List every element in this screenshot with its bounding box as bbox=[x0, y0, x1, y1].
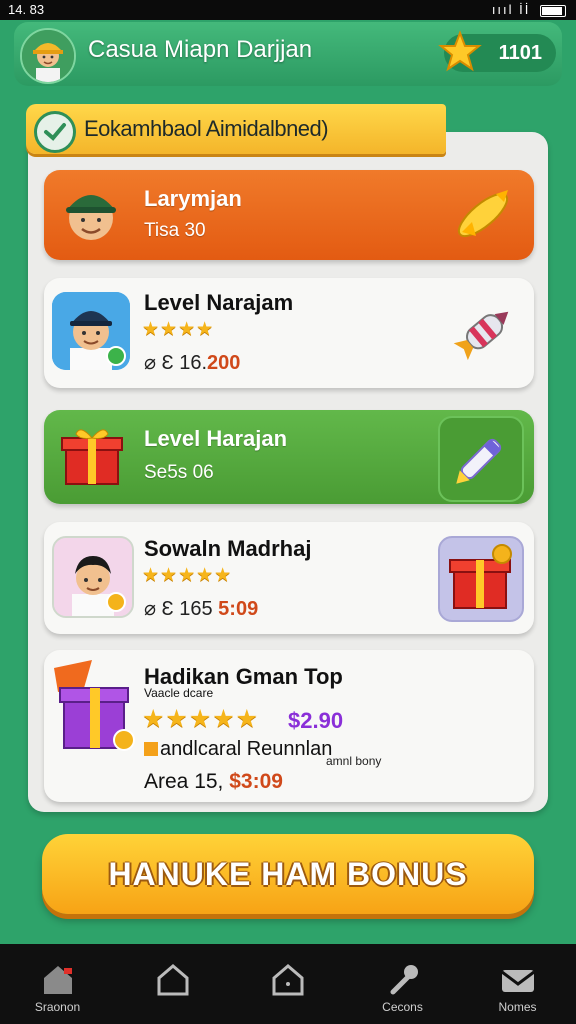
bonus-button[interactable]: HANUKE HAM BONUS bbox=[42, 834, 534, 914]
avatar bbox=[52, 176, 130, 254]
mail-icon bbox=[501, 970, 535, 992]
app-header: Casua Miapn Darjjan 1101 bbox=[14, 22, 562, 86]
section-ribbon: Eokamhbaol Aimidalbned) bbox=[26, 104, 446, 154]
item-desc: andlcaral Reunnlan bbox=[144, 738, 332, 761]
item-sub: Tisa 30 bbox=[144, 220, 206, 241]
player-avatar[interactable] bbox=[20, 28, 76, 84]
bottom-nav: Sraonon Cecons Nomes bbox=[0, 944, 576, 1024]
list-item[interactable]: Larymjan Tisa 30 bbox=[44, 170, 534, 260]
house-icon bbox=[272, 964, 304, 996]
item-sub: Se5s 06 bbox=[144, 462, 214, 483]
page-title: Casua Miapn Darjjan bbox=[88, 36, 313, 63]
avatar bbox=[52, 536, 134, 618]
item-value: 5:09 bbox=[218, 598, 259, 620]
nav-item-mail[interactable]: Nomes bbox=[460, 944, 575, 1024]
ribbon-text: Eokamhbaol Aimidalbned) bbox=[84, 116, 329, 141]
signal-icon: ıııl İİ bbox=[491, 2, 531, 17]
item-name: Level Narajam bbox=[144, 290, 294, 315]
item-name: Level Harajan bbox=[144, 426, 288, 451]
item-tag: Vaacle dcare bbox=[144, 686, 214, 700]
list-item[interactable]: Level Harajan Se5s 06 bbox=[44, 410, 534, 504]
rating-stars: ★★★★ bbox=[142, 319, 215, 340]
item-meta: Area 15, $3:09 bbox=[144, 770, 283, 793]
item-price: $2.90 bbox=[288, 708, 344, 733]
list-item[interactable]: Level Narajam ★★★★ ⌀ Ɛ 16.200 bbox=[44, 278, 534, 388]
battery-icon bbox=[540, 4, 566, 17]
nav-item-tools[interactable]: Cecons bbox=[345, 944, 460, 1024]
coin-counter[interactable]: 1101 bbox=[438, 30, 556, 72]
pen-icon bbox=[438, 416, 524, 502]
status-icons: ıııl İİ bbox=[492, 2, 566, 17]
nav-item-home[interactable] bbox=[115, 944, 230, 1024]
item-value: $3:09 bbox=[229, 770, 283, 793]
rating-stars: ★★★★★ bbox=[142, 705, 260, 733]
gift-icon bbox=[52, 658, 142, 758]
list-item[interactable]: Sowaln Madrhaj ★★★★★ ⌀ Ɛ 165 5:09 bbox=[44, 522, 534, 634]
item-value: 200 bbox=[207, 352, 241, 374]
status-bar: 14. 83 ıııl İİ bbox=[0, 0, 576, 20]
nav-item-house[interactable] bbox=[230, 944, 345, 1024]
coin-value: 1101 bbox=[498, 42, 542, 64]
avatar bbox=[52, 292, 130, 370]
rating-stars: ★★★★★ bbox=[142, 565, 233, 586]
gift-icon bbox=[52, 416, 130, 494]
item-name: Sowaln Madrhaj bbox=[144, 536, 312, 561]
home-icon bbox=[157, 964, 189, 996]
item-name: Larymjan bbox=[144, 186, 242, 211]
gift-icon bbox=[438, 536, 524, 622]
status-time: 14. 83 bbox=[8, 2, 45, 17]
rocket-icon bbox=[442, 292, 524, 374]
item-note: amnl bony bbox=[326, 754, 382, 768]
item-meta: ⌀ Ɛ 165 5:09 bbox=[144, 598, 259, 620]
list-item[interactable]: Hadikan Gman Top Vaacle dcare ★★★★★ $2.9… bbox=[44, 650, 534, 802]
nav-item-shop[interactable]: Sraonon bbox=[0, 944, 115, 1024]
tools-icon bbox=[390, 965, 418, 995]
shop-icon bbox=[44, 966, 72, 994]
badge-icon bbox=[34, 111, 76, 153]
item-meta: ⌀ Ɛ 16.200 bbox=[144, 352, 241, 374]
star-icon bbox=[438, 30, 482, 72]
rocket-icon bbox=[442, 174, 524, 256]
